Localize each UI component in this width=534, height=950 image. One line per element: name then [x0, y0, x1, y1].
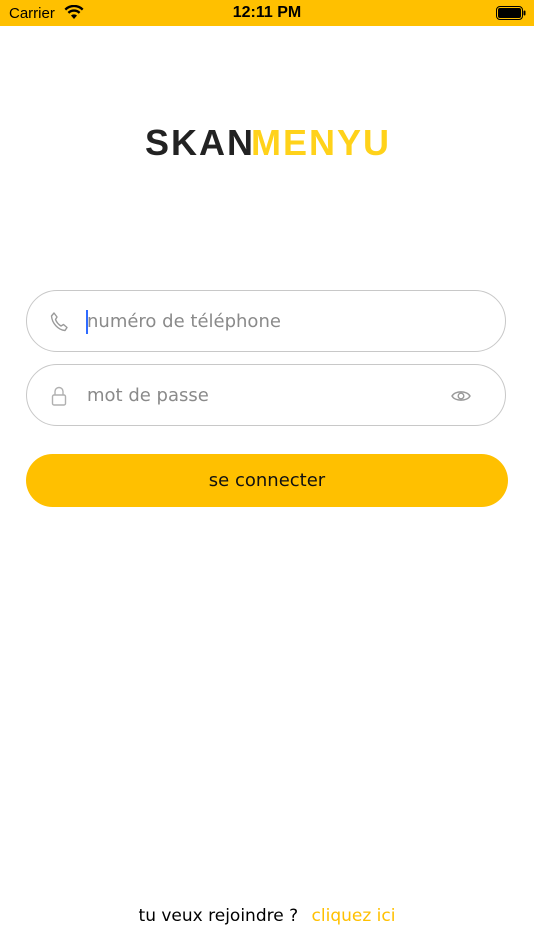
logo-part-skan: SKAN — [145, 124, 255, 160]
join-link[interactable]: cliquez ici — [312, 906, 396, 926]
join-question: tu veux rejoindre ? — [138, 906, 299, 926]
password-field[interactable]: mot de passe — [26, 364, 506, 426]
join-prompt: tu veux rejoindre ? cliquez ici — [0, 906, 534, 926]
battery-icon — [496, 6, 526, 20]
eye-icon[interactable] — [451, 387, 471, 405]
phone-input[interactable]: numéro de téléphone — [87, 311, 281, 333]
status-bar: Carrier 12:11 PM — [0, 0, 534, 26]
status-time: 12:11 PM — [232, 4, 302, 21]
skanmenyu-logo: SKAN MENYU — [145, 124, 391, 160]
lock-icon — [51, 386, 67, 406]
phone-icon — [50, 312, 68, 332]
phone-field[interactable]: numéro de téléphone — [26, 290, 506, 352]
login-button[interactable]: se connecter — [26, 454, 508, 507]
logo-part-menyu: MENYU — [251, 124, 391, 160]
password-input[interactable]: mot de passe — [87, 385, 209, 407]
